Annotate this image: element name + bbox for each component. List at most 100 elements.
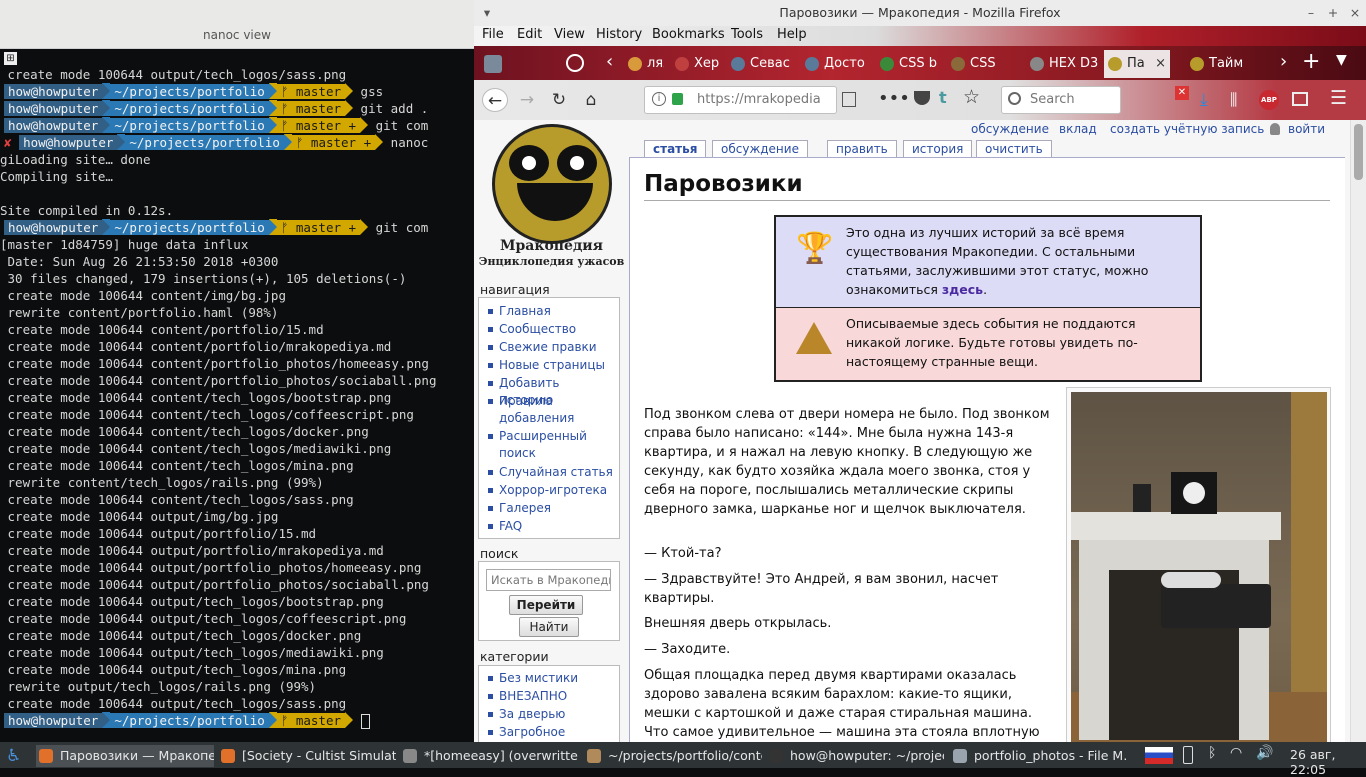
url-bar[interactable]: i https://mrakopedia <box>644 86 837 114</box>
close-tab-icon[interactable]: × <box>1155 50 1166 78</box>
nav-link[interactable]: Случайная статья <box>499 464 617 481</box>
info-icon[interactable]: i <box>652 92 666 106</box>
browser-tab[interactable]: CSS b <box>876 50 940 78</box>
reader-view-icon[interactable] <box>842 92 856 107</box>
page-scrollbar[interactable] <box>1350 120 1366 742</box>
terminal-line: create mode 100644 content/tech_logos/do… <box>0 424 369 439</box>
menu-file[interactable]: File <box>482 27 504 42</box>
menu-tools[interactable]: Tools <box>731 27 763 42</box>
tabs-scroll-right-icon[interactable]: › <box>1280 51 1287 72</box>
menu-edit[interactable]: Edit <box>517 27 542 42</box>
tab-history[interactable]: история <box>903 140 973 157</box>
personal-link-contributions[interactable]: вклад <box>1059 122 1097 136</box>
browser-tab[interactable]: Тайм <box>1186 50 1256 78</box>
tab-edit[interactable]: править <box>827 140 897 157</box>
tabs-scroll-left-icon[interactable]: ‹ <box>606 51 613 72</box>
new-tab-icon[interactable]: + <box>1302 49 1320 74</box>
tab-favicon-icon <box>805 56 819 71</box>
tab-list-icon[interactable]: ▼ <box>1336 52 1347 68</box>
minimize-icon[interactable]: – <box>1300 0 1322 26</box>
scrollbar-thumb[interactable] <box>1354 124 1363 180</box>
globe-icon[interactable] <box>566 54 584 72</box>
browser-tab[interactable]: CSS <box>947 50 1019 78</box>
close-icon[interactable]: × <box>1344 0 1366 26</box>
page-viewport[interactable]: обсуждение вклад создать учётную запись … <box>474 120 1350 742</box>
terminal-titlebar[interactable]: nanoc view <box>0 0 474 49</box>
search-go-button[interactable]: Перейти <box>509 595 583 615</box>
browser-tab[interactable]: ляж <box>624 50 664 78</box>
nav-link[interactable]: Хоррор-игротека <box>499 482 617 499</box>
translate-icon[interactable]: t <box>939 88 947 107</box>
personal-link-login[interactable]: войти <box>1288 122 1325 136</box>
accessibility-icon[interactable]: ♿ <box>6 746 21 766</box>
library-icon[interactable]: ⫼ <box>1230 90 1237 110</box>
battery-icon[interactable] <box>1183 746 1193 764</box>
category-link[interactable]: Загробное <box>499 724 565 741</box>
personal-link-talk[interactable]: обсуждение <box>971 122 1049 136</box>
browser-tab[interactable]: Херсо <box>671 50 719 78</box>
page-actions-icon[interactable]: ••• <box>878 88 910 109</box>
nav-link[interactable]: Свежие правки <box>499 339 617 356</box>
url-text[interactable]: https://mrakopedia <box>697 92 821 107</box>
bluetooth-icon[interactable]: ᛒ <box>1208 745 1216 761</box>
nav-link[interactable]: Главная <box>499 303 617 320</box>
reload-icon[interactable]: ↻ <box>546 88 572 112</box>
bookmark-star-icon[interactable]: ☆ <box>963 86 980 108</box>
pinned-tab-icon[interactable] <box>484 55 502 73</box>
terminal-window[interactable]: nanoc view ⊞ create mode 100644 output/t… <box>0 0 474 742</box>
firefox-titlebar[interactable]: ▾ Паровозики — Мракопедия - Mozilla Fire… <box>474 0 1366 26</box>
personal-link-create-account[interactable]: создать учётную запись <box>1110 122 1264 136</box>
tab-article[interactable]: статья <box>644 140 707 157</box>
search-find-button[interactable]: Найти <box>519 617 579 637</box>
wiki-search-input[interactable]: Искать в Мракопедии <box>486 569 611 591</box>
taskbar-task[interactable]: ~/projects/portfolio/conte… <box>584 745 762 767</box>
clock[interactable]: 26 авг, 22:05 <box>1290 747 1366 777</box>
category-link[interactable]: ВНЕЗАПНО <box>499 688 567 705</box>
best-notice-link[interactable]: здесь <box>942 282 983 297</box>
bullet-icon <box>488 488 493 493</box>
nav-link[interactable]: Новые страницы <box>499 357 617 374</box>
home-icon[interactable]: ⌂ <box>578 88 604 112</box>
download-icon[interactable]: ⤓ <box>1200 90 1208 110</box>
grid-icon[interactable]: ⊞ <box>4 52 17 65</box>
menu-view[interactable]: View <box>554 27 585 42</box>
site-logo[interactable] <box>492 124 612 244</box>
taskbar-task[interactable]: portfolio_photos - File M… <box>950 745 1128 767</box>
taskbar-task[interactable]: [Society - Cultist Simulato… <box>218 745 396 767</box>
window-menu-icon[interactable]: ▾ <box>476 0 498 26</box>
adblock-icon[interactable]: ABP <box>1259 90 1279 110</box>
nav-link[interactable]: Сообщество <box>499 321 617 338</box>
forward-icon[interactable]: → <box>514 88 540 112</box>
browser-tab[interactable]: Севас <box>727 50 795 78</box>
browser-tab[interactable]: HEX D3 to <box>1026 50 1098 78</box>
nav-link[interactable]: Галерея <box>499 500 617 517</box>
sidebar-icon[interactable] <box>1292 92 1308 106</box>
nav-link[interactable]: FAQ <box>499 518 617 535</box>
menu-bookmarks[interactable]: Bookmarks <box>652 27 725 42</box>
wifi-icon[interactable]: ◠ <box>1230 745 1242 761</box>
nav-link[interactable]: Расширенный поиск <box>499 428 617 462</box>
tab-discussion[interactable]: обсуждение <box>712 140 808 157</box>
prompt-command: git com <box>375 118 429 133</box>
search-bar[interactable]: Search <box>1001 86 1121 114</box>
firefox-window[interactable]: ▾ Паровозики — Мракопедия - Mozilla Fire… <box>474 0 1366 742</box>
menu-history[interactable]: History <box>596 27 642 42</box>
taskbar-task[interactable]: *[homeeasy] (overwritte… <box>400 745 578 767</box>
maximize-icon[interactable]: + <box>1322 0 1344 26</box>
taskbar-task[interactable]: how@howputer: ~/projects/… <box>766 745 944 767</box>
hamburger-menu-icon[interactable]: ☰ <box>1330 87 1347 109</box>
menu-help[interactable]: Help <box>777 27 807 42</box>
terminal-output[interactable]: create mode 100644 output/tech_logos/sas… <box>0 66 474 742</box>
browser-tab[interactable]: Досто <box>801 50 869 78</box>
category-link[interactable]: За дверью <box>499 706 565 723</box>
category-link[interactable]: Без мистики <box>499 670 578 687</box>
nav-link[interactable]: Правила добавления <box>499 393 617 427</box>
browser-tab[interactable]: Па × <box>1104 50 1170 78</box>
article-image[interactable] <box>1066 387 1331 742</box>
russian-flag-icon[interactable] <box>1145 747 1173 764</box>
volume-icon[interactable]: 🔊 <box>1256 745 1273 761</box>
tab-purge[interactable]: очистить <box>976 140 1052 157</box>
notification-badge-icon[interactable]: ✕ <box>1175 86 1189 100</box>
taskbar-task[interactable]: Паровозики — Мракопе… <box>36 745 214 767</box>
back-icon[interactable]: ← <box>482 88 508 112</box>
